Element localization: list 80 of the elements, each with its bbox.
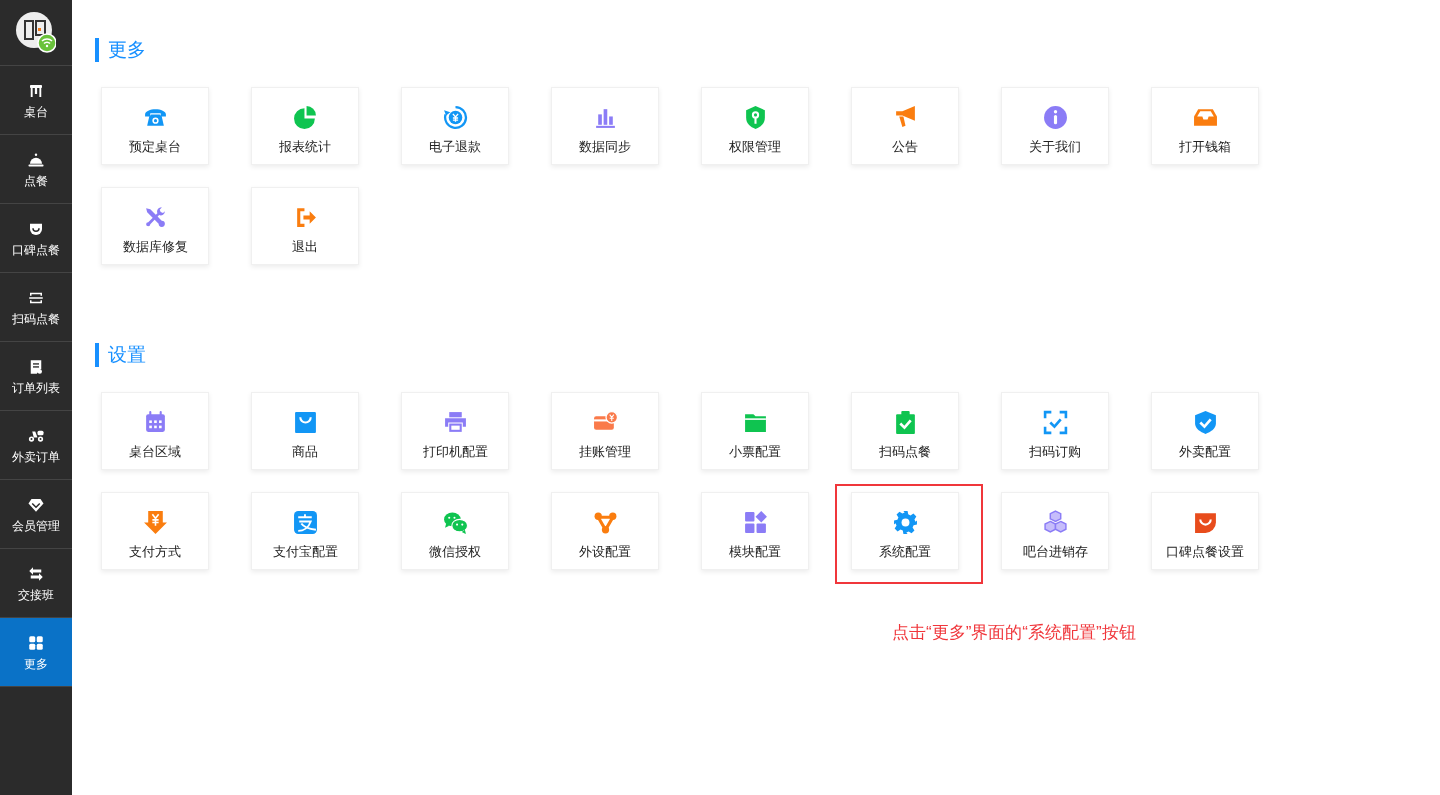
menu-tile[interactable]: 挂账管理 — [551, 392, 659, 470]
tile-label: 退出 — [292, 239, 318, 255]
connected-nodes-icon — [592, 510, 618, 535]
scan-check-icon — [1042, 410, 1068, 435]
menu-tile[interactable]: 权限管理 — [701, 87, 809, 165]
tile-label: 打开钱箱 — [1179, 139, 1231, 155]
sidebar-item[interactable]: 更多 — [0, 618, 72, 687]
pie-chart-icon — [292, 105, 318, 130]
tile-label: 扫码点餐 — [879, 444, 931, 460]
menu-tile[interactable]: 电子退款 — [401, 87, 509, 165]
tile-label: 扫码订购 — [1029, 444, 1081, 460]
sidebar-item[interactable]: 扫码点餐 — [0, 273, 72, 342]
menu-tile[interactable]: 微信授权 — [401, 492, 509, 570]
menu-tile[interactable]: 报表统计 — [251, 87, 359, 165]
tile-label: 支付方式 — [129, 544, 181, 560]
tile-label: 微信授权 — [429, 544, 481, 560]
menu-tile[interactable]: 扫码点餐 — [851, 392, 959, 470]
cubes-icon — [1042, 510, 1068, 535]
menu-tile[interactable]: 小票配置 — [701, 392, 809, 470]
alipay-icon — [292, 510, 318, 535]
tile-label: 数据同步 — [579, 139, 631, 155]
menu-tile[interactable]: 口碑点餐设置 — [1151, 492, 1259, 570]
menu-tile[interactable]: 系统配置 — [851, 492, 959, 570]
sidebar-item[interactable]: 外卖订单 — [0, 411, 72, 480]
tile-label: 外卖配置 — [1179, 444, 1231, 460]
shopping-bag-icon — [292, 410, 318, 435]
tile-label: 模块配置 — [729, 544, 781, 560]
menu-tile[interactable]: 吧台进销存 — [1001, 492, 1109, 570]
tile-label: 口碑点餐设置 — [1166, 544, 1244, 560]
tile-label: 权限管理 — [729, 139, 781, 155]
menu-tile[interactable]: 数据同步 — [551, 87, 659, 165]
grid-icon — [27, 633, 45, 652]
modules-icon — [742, 510, 768, 535]
menu-tile[interactable]: 商品 — [251, 392, 359, 470]
smile-flag-icon — [1192, 510, 1218, 535]
sidebar-item[interactable]: 订单列表 — [0, 342, 72, 411]
menu-tile[interactable]: 支付宝配置 — [251, 492, 359, 570]
section-title: 更多 — [95, 38, 146, 62]
shield-check-icon — [1192, 410, 1218, 435]
menu-tile[interactable]: 数据库修复 — [101, 187, 209, 265]
menu-tile[interactable]: 模块配置 — [701, 492, 809, 570]
chat-bubbles-icon — [442, 510, 468, 535]
sidebar-item[interactable]: 桌台 — [0, 66, 72, 135]
menu-tile[interactable]: 打印机配置 — [401, 392, 509, 470]
tile-label: 电子退款 — [429, 139, 481, 155]
yen-arrow-icon — [142, 510, 168, 535]
tile-label: 外设配置 — [579, 544, 631, 560]
menu-tile[interactable]: 扫码订购 — [1001, 392, 1109, 470]
tile-label: 预定桌台 — [129, 139, 181, 155]
tile-label: 商品 — [292, 444, 318, 460]
info-icon — [1042, 105, 1068, 130]
tile-label: 系统配置 — [879, 544, 931, 560]
tile-label: 报表统计 — [279, 139, 331, 155]
tile-label: 支付宝配置 — [272, 544, 338, 560]
sidebar-item[interactable]: 口碑点餐 — [0, 204, 72, 273]
menu-tile[interactable]: 桌台区域 — [101, 392, 209, 470]
tile-label: 关于我们 — [1029, 139, 1081, 155]
menu-tile[interactable]: 打开钱箱 — [1151, 87, 1259, 165]
sidebar-item[interactable]: 会员管理 — [0, 480, 72, 549]
tile-label: 打印机配置 — [422, 444, 488, 460]
tile-label: 小票配置 — [729, 444, 781, 460]
section-title: 设置 — [95, 343, 146, 367]
menu-tile[interactable]: 支付方式 — [101, 492, 209, 570]
annotation-text: 点击“更多”界面的“系统配置”按钮 — [892, 622, 1136, 644]
logo-icon — [16, 11, 56, 54]
tile-label: 桌台区域 — [129, 444, 181, 460]
tile-label: 公告 — [892, 139, 918, 155]
tile-label: 数据库修复 — [122, 239, 188, 255]
printer-icon — [442, 410, 468, 435]
menu-tile[interactable]: 外设配置 — [551, 492, 659, 570]
sidebar-item[interactable]: 点餐 — [0, 135, 72, 204]
tile-label: 吧台进销存 — [1022, 544, 1088, 560]
menu-tile[interactable]: 关于我们 — [1001, 87, 1109, 165]
menu-tile[interactable]: 退出 — [251, 187, 359, 265]
menu-tile[interactable]: 预定桌台 — [101, 87, 209, 165]
menu-tile[interactable]: 外卖配置 — [1151, 392, 1259, 470]
menu-tile[interactable]: 公告 — [851, 87, 959, 165]
tile-label: 挂账管理 — [579, 444, 631, 460]
refund-icon — [442, 105, 468, 130]
settings-icon — [892, 510, 918, 535]
